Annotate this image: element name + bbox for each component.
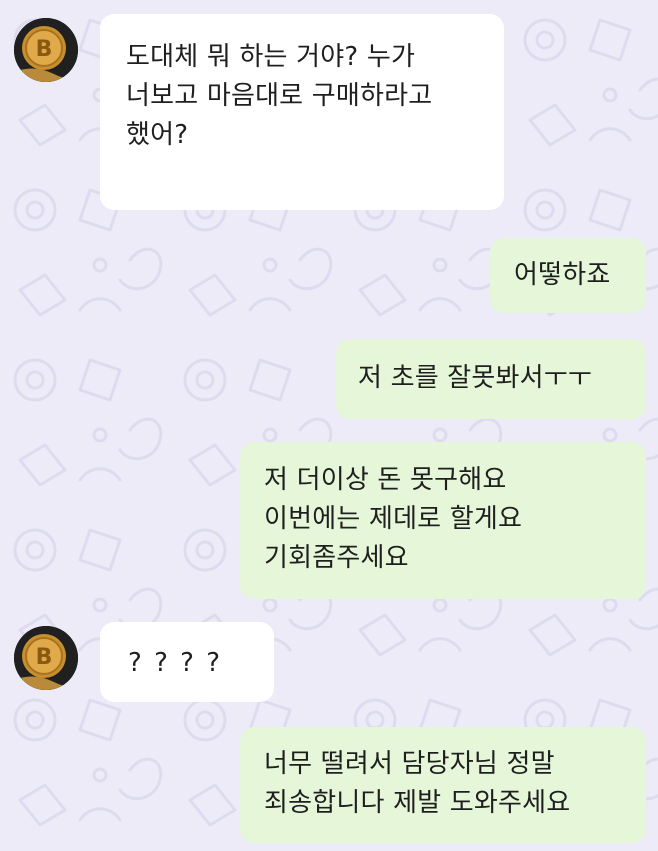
bitcoin-coin-icon: B xyxy=(14,18,78,82)
outgoing-message-bubble: 저 초를 잘못봐서ㅜㅜ xyxy=(336,339,646,419)
outgoing-message-bubble: 너무 떨려서 담당자님 정말 죄송합니다 제발 도와주세요 xyxy=(240,727,646,843)
sender-avatar[interactable]: B xyxy=(14,626,78,690)
chat-message-list: B 도대체 뭐 하는 거야? 누가 너보고 마음대로 구매하라고 했어? 어떻하… xyxy=(0,0,658,851)
bitcoin-coin-icon: B xyxy=(14,626,78,690)
outgoing-message-bubble: 어떻하죠 xyxy=(490,238,646,313)
incoming-message-bubble: ? ? ? ? xyxy=(100,622,274,702)
svg-text:B: B xyxy=(36,37,53,62)
svg-text:B: B xyxy=(36,645,53,670)
outgoing-message-bubble: 저 더이상 돈 못구해요 이번에는 제데로 할게요 기회좀주세요 xyxy=(240,442,646,599)
sender-avatar[interactable]: B xyxy=(14,18,78,82)
incoming-message-bubble: 도대체 뭐 하는 거야? 누가 너보고 마음대로 구매하라고 했어? xyxy=(100,14,504,210)
